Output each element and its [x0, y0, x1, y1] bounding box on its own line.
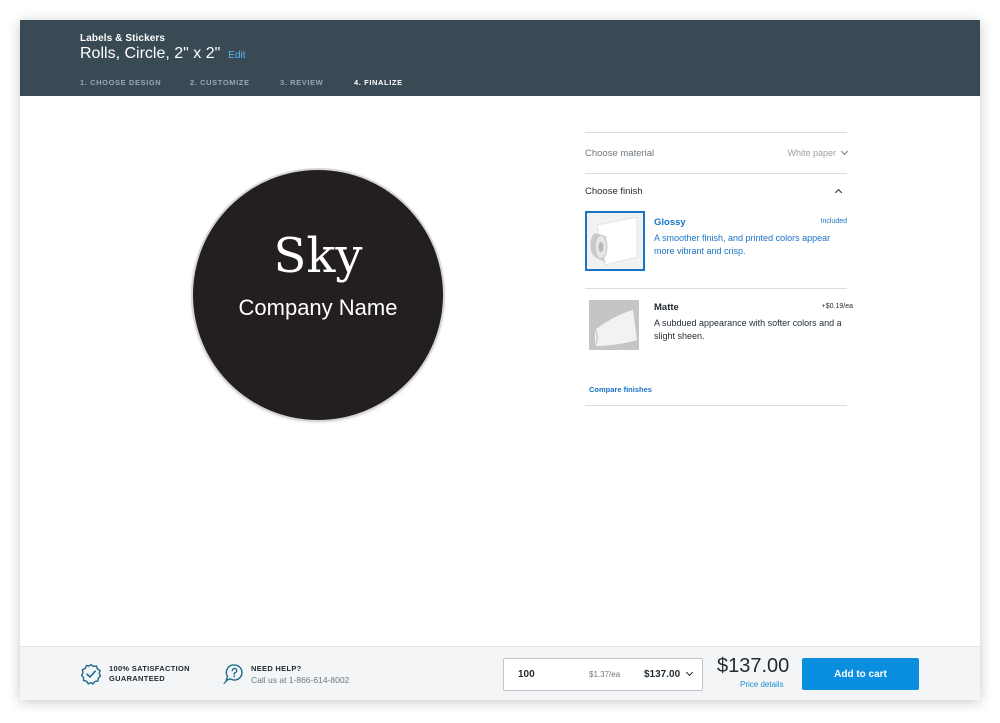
help-text: NEED HELP? Call us at 1-866-614-8002: [244, 664, 349, 685]
unit-price: $1.37/ea: [589, 670, 621, 679]
divider: [585, 288, 847, 289]
step-finalize[interactable]: 4. FINALIZE: [354, 78, 403, 87]
finish-option-description: A subdued appearance with softer colors …: [654, 318, 842, 341]
glossy-roll-image: [587, 213, 643, 269]
guarantee-line1: 100% SATISFACTION: [109, 664, 190, 673]
footer-bar: 100% SATISFACTION GUARANTEED NEED HELP? …: [20, 646, 980, 700]
step-choose-design[interactable]: 1. CHOOSE DESIGN: [80, 78, 190, 87]
finish-option-matte[interactable]: Matte +$0.19/ea A subdued appearance wit…: [585, 293, 853, 373]
step-review[interactable]: 3. REVIEW: [280, 78, 354, 87]
finish-option-price: +$0.19/ea: [821, 303, 853, 310]
quantity-value: 100: [518, 669, 535, 680]
edit-link[interactable]: Edit: [228, 50, 245, 61]
price-details-link[interactable]: Price details: [740, 680, 784, 689]
add-to-cart-button[interactable]: Add to cart: [802, 658, 919, 690]
finish-section-toggle[interactable]: Choose finish: [585, 174, 847, 208]
satisfaction-guarantee: 100% SATISFACTION GUARANTEED: [80, 663, 190, 685]
quantity-subtotal: $137.00: [644, 669, 681, 680]
help-bubble-icon: [223, 664, 243, 685]
material-label: Choose material: [585, 147, 655, 159]
compare-finishes-link[interactable]: Compare finishes: [589, 373, 847, 405]
chevron-up-icon: [834, 188, 843, 197]
chevron-down-icon: [840, 147, 849, 156]
product-category: Labels & Stickers: [80, 33, 166, 44]
step-customize[interactable]: 2. CUSTOMIZE: [190, 78, 280, 87]
badge-check-icon: [80, 663, 102, 685]
app-window: Labels & Stickers Rolls, Circle, 2" x 2"…: [20, 20, 980, 700]
guarantee-text: 100% SATISFACTION GUARANTEED: [109, 664, 190, 684]
label-preview-line2: Company Name: [238, 295, 398, 320]
finish-option-name: Matte: [654, 302, 679, 313]
label-preview-line1: Sky: [273, 228, 363, 284]
product-title: Rolls, Circle, 2" x 2": [80, 45, 221, 62]
finish-option-price: Included: [820, 218, 847, 225]
material-value: White paper: [787, 148, 836, 158]
options-panel: Choose material White paper Choose finis…: [585, 132, 853, 406]
finish-option-description: A smoother finish, and printed colors ap…: [654, 233, 831, 256]
order-total: $137.00: [717, 655, 790, 677]
title-row: Rolls, Circle, 2" x 2" Edit: [80, 45, 246, 63]
help-phone[interactable]: Call us at 1-866-614-8002: [251, 675, 349, 685]
matte-paper-image: [589, 300, 639, 350]
header-bar: Labels & Stickers Rolls, Circle, 2" x 2"…: [20, 20, 980, 96]
finish-label: Choose finish: [585, 185, 643, 197]
step-navigation: 1. CHOOSE DESIGN 2. CUSTOMIZE 3. REVIEW …: [80, 78, 403, 87]
help-contact[interactable]: NEED HELP? Call us at 1-866-614-8002: [222, 663, 349, 685]
guarantee-line2: GUARANTEED: [109, 674, 165, 683]
label-preview: Sky Company Name: [193, 170, 443, 420]
finish-option-glossy[interactable]: Glossy Included A smoother finish, and p…: [585, 208, 847, 288]
chevron-down-icon: [685, 668, 694, 677]
divider: [585, 405, 847, 406]
glossy-thumbnail: [585, 211, 645, 271]
material-selector[interactable]: Choose material White paper: [585, 133, 849, 173]
matte-thumbnail: [589, 300, 639, 350]
material-value-wrap: White paper: [787, 147, 849, 158]
help-title: NEED HELP?: [251, 663, 302, 673]
finish-option-name: Glossy: [654, 217, 686, 228]
quantity-selector[interactable]: 100 $1.37/ea $137.00: [503, 658, 703, 691]
